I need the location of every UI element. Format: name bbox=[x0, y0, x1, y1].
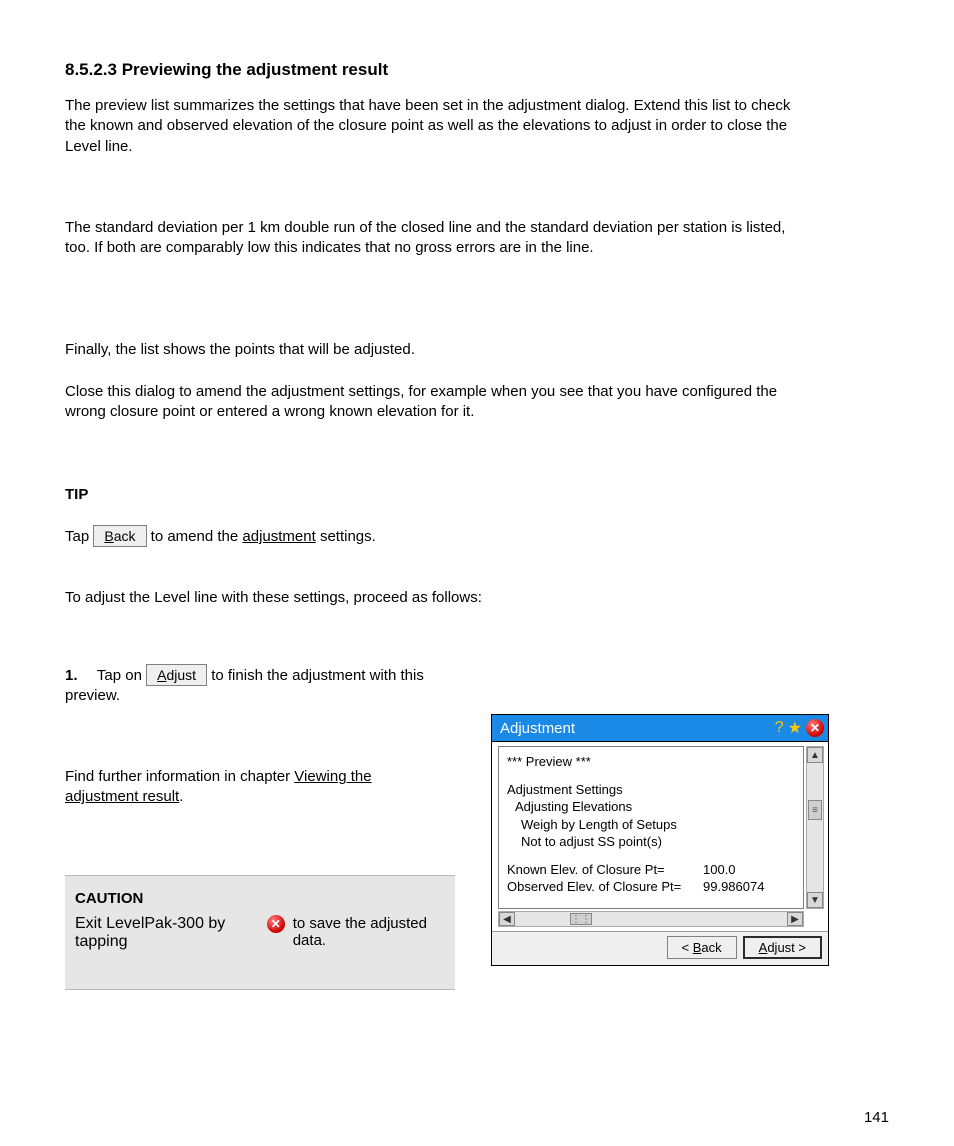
adjustment-link[interactable]: adjustment bbox=[242, 528, 315, 545]
close-icon[interactable]: ✕ bbox=[806, 719, 824, 737]
caution-label: CAUTION bbox=[75, 890, 445, 907]
step-number: 1. bbox=[65, 666, 93, 686]
scroll-up-arrow-icon[interactable]: ▲ bbox=[807, 747, 823, 763]
proceed-text: To adjust the Level line with these sett… bbox=[65, 588, 805, 608]
scroll-track[interactable]: ⋮⋮ bbox=[515, 912, 787, 926]
body-paragraph: Close this dialog to amend the adjustmen… bbox=[65, 382, 805, 423]
preview-text-area: *** Preview *** Adjustment Settings Adju… bbox=[498, 746, 804, 909]
setting-line: Weigh by Length of Setups bbox=[507, 816, 797, 834]
caution-box: CAUTION Exit LevelPak-300 by tapping ✕ t… bbox=[65, 875, 455, 990]
back-button-inline: Back bbox=[93, 525, 146, 547]
horizontal-scrollbar[interactable]: ◀ ⋮⋮ ▶ bbox=[498, 911, 804, 927]
scroll-right-arrow-icon[interactable]: ▶ bbox=[787, 912, 803, 926]
dialog-title: Adjustment bbox=[492, 720, 775, 737]
text-run: . bbox=[179, 788, 183, 805]
dialog-body: *** Preview *** Adjustment Settings Adju… bbox=[492, 741, 828, 931]
preview-header: *** Preview *** bbox=[507, 753, 797, 771]
help-icon[interactable]: ? bbox=[775, 719, 784, 737]
dialog-footer: < Back Adjust > bbox=[492, 931, 828, 965]
dialog-titlebar: Adjustment ? ★ ✕ bbox=[492, 715, 828, 741]
body-paragraph: The preview list summarizes the settings… bbox=[65, 96, 805, 157]
back-button[interactable]: < Back bbox=[667, 936, 737, 959]
kv-label: Known Elev. of Closure Pt= bbox=[507, 861, 703, 879]
step-item: 1. Tap on Adjust to finish the adjustmen… bbox=[65, 664, 445, 707]
scroll-down-arrow-icon[interactable]: ▼ bbox=[807, 892, 823, 908]
text-run: to amend the bbox=[147, 528, 243, 545]
section-header: Adjustment Settings bbox=[507, 781, 797, 799]
adjust-button-inline: Adjust bbox=[146, 664, 207, 686]
body-paragraph: The standard deviation per 1 km double r… bbox=[65, 218, 805, 259]
body-paragraph: Finally, the list shows the points that … bbox=[65, 340, 805, 360]
kv-value: 99.986074 bbox=[703, 878, 764, 896]
tip-label: TIP bbox=[65, 485, 805, 505]
page-title: 8.5.2.3 Previewing the adjustment result bbox=[65, 60, 388, 80]
caution-text-after: to save the adjusted data. bbox=[293, 915, 445, 949]
adjustment-dialog: Adjustment ? ★ ✕ *** Preview *** Adjustm… bbox=[491, 714, 829, 966]
scroll-track[interactable]: ≡ bbox=[807, 764, 823, 891]
kv-label: Observed Elev. of Closure Pt= bbox=[507, 878, 703, 896]
setting-line: Adjusting Elevations bbox=[507, 798, 797, 816]
text-run: settings. bbox=[316, 528, 376, 545]
kv-row: Observed Elev. of Closure Pt= 99.986074 bbox=[507, 878, 797, 896]
btn-text: ack bbox=[114, 528, 136, 544]
vertical-scrollbar[interactable]: ▲ ≡ ▼ bbox=[806, 746, 824, 909]
tip-text: Tap Back to amend the adjustment setting… bbox=[65, 525, 805, 547]
text-run: Tap bbox=[65, 528, 93, 545]
kv-value: 100.0 bbox=[703, 861, 736, 879]
see-also-text: Find further information in chapter View… bbox=[65, 767, 445, 808]
caution-text-before: Exit LevelPak-300 by tapping bbox=[75, 915, 259, 951]
page-number: 141 bbox=[864, 1109, 889, 1126]
text-run: Tap on bbox=[97, 667, 146, 684]
favorite-icon[interactable]: ★ bbox=[788, 718, 802, 738]
adjust-button[interactable]: Adjust > bbox=[743, 936, 822, 959]
text-run: Exit LevelPak-300 by tapping bbox=[75, 915, 225, 950]
setting-line: Not to adjust SS point(s) bbox=[507, 833, 797, 851]
scroll-thumb[interactable]: ⋮⋮ bbox=[570, 913, 592, 925]
scroll-thumb[interactable]: ≡ bbox=[808, 800, 822, 820]
scroll-left-arrow-icon[interactable]: ◀ bbox=[499, 912, 515, 926]
kv-row: Known Elev. of Closure Pt= 100.0 bbox=[507, 861, 797, 879]
close-icon: ✕ bbox=[267, 915, 285, 933]
text-run: Find further information in chapter bbox=[65, 768, 294, 785]
